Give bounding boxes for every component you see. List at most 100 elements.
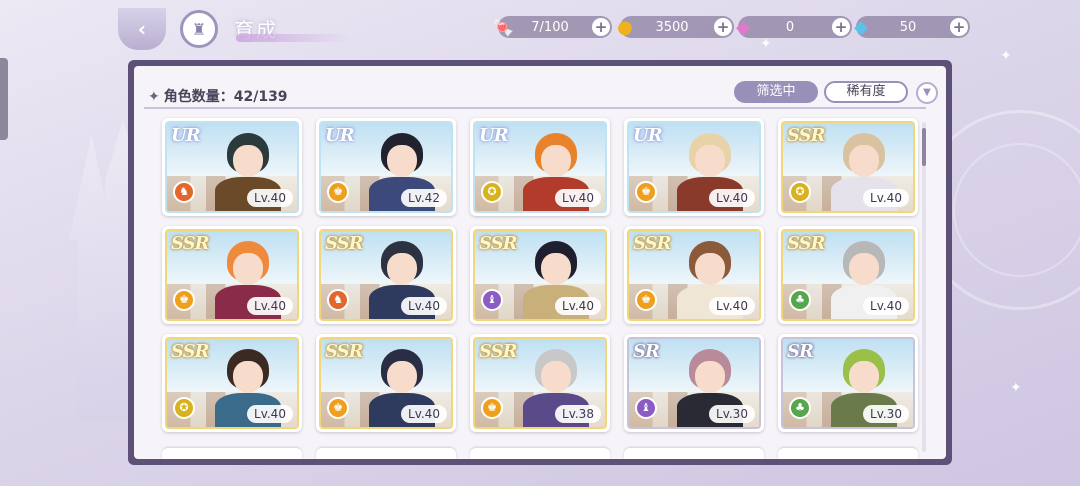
character-panel: ✦ 角色数量：42/139 筛选中 稀有度 ▼ UR ♞ Lv.40 UR ♚ … <box>128 60 952 465</box>
home-button[interactable]: ♜ <box>180 10 218 48</box>
character-card[interactable]: SSR ♚ Lv.38 <box>470 334 610 432</box>
rarity-badge: UR <box>325 125 355 146</box>
partial-card[interactable] <box>470 448 610 459</box>
level-label: Lv.40 <box>863 297 909 315</box>
character-art: SSR ✪ Lv.40 <box>165 337 299 429</box>
character-face <box>232 145 263 177</box>
divider <box>144 107 926 109</box>
rarity-badge: UR <box>171 125 201 146</box>
character-card[interactable]: SSR ♣ Lv.40 <box>778 226 918 324</box>
add-blue-gem-button[interactable]: + <box>950 18 968 36</box>
character-card[interactable]: SSR ♚ Lv.40 <box>162 226 302 324</box>
side-drawer-handle[interactable] <box>0 58 8 140</box>
rarity-badge: SSR <box>171 341 210 362</box>
character-card[interactable]: UR ♞ Lv.40 <box>162 118 302 216</box>
character-card[interactable]: SR ♝ Lv.30 <box>624 334 764 432</box>
character-panel-inner: ✦ 角色数量：42/139 筛选中 稀有度 ▼ UR ♞ Lv.40 UR ♚ … <box>134 66 946 459</box>
level-label: Lv.40 <box>555 189 601 207</box>
character-art: SSR ♞ Lv.40 <box>319 229 453 321</box>
pink-diamond-icon: ◆ <box>736 16 750 38</box>
character-card[interactable]: UR ♚ Lv.40 <box>624 118 764 216</box>
character-card[interactable]: SSR ♞ Lv.40 <box>316 226 456 324</box>
character-card[interactable]: SSR ♚ Lv.40 <box>316 334 456 432</box>
attribute-icon: ♣ <box>789 397 811 419</box>
character-face <box>694 145 725 177</box>
rarity-badge: SSR <box>325 233 364 254</box>
character-art: SSR ♚ Lv.38 <box>473 337 607 429</box>
back-arrow-icon: ‹ <box>137 17 147 41</box>
level-label: Lv.40 <box>555 297 601 315</box>
level-label: Lv.40 <box>401 297 447 315</box>
character-card[interactable]: SSR ✪ Lv.40 <box>162 334 302 432</box>
add-candy-button[interactable]: + <box>592 18 610 36</box>
character-card[interactable]: UR ♚ Lv.42 <box>316 118 456 216</box>
filter-button[interactable]: 筛选中 <box>734 81 818 103</box>
scrollbar-thumb[interactable] <box>922 128 926 166</box>
level-label: Lv.40 <box>401 405 447 423</box>
partial-card[interactable] <box>162 448 302 459</box>
currency-pink-gem: ◆ 0 + <box>736 16 852 38</box>
character-card[interactable]: SSR ✪ Lv.40 <box>778 118 918 216</box>
sort-rarity-button[interactable]: 稀有度 <box>824 81 908 103</box>
rarity-badge: SR <box>787 341 814 362</box>
castle-icon: ♜ <box>191 19 207 39</box>
character-card[interactable]: SSR ♚ Lv.40 <box>624 226 764 324</box>
currency-candy: 🍬 7/100 + <box>492 16 612 38</box>
character-art: SR ♝ Lv.30 <box>627 337 761 429</box>
rarity-badge: SSR <box>787 233 826 254</box>
character-count-text: 角色数量：42/139 <box>163 89 288 105</box>
top-bar: ‹ ♜ 育成 🍬 7/100 + ● 3500 + ◆ 0 + ◆ 50 + <box>0 0 1080 56</box>
attribute-icon: ✪ <box>173 397 195 419</box>
currency-blue-gem: ◆ 50 + <box>854 16 970 38</box>
level-label: Lv.40 <box>863 189 909 207</box>
coin-icon: ● <box>617 16 633 38</box>
character-face <box>848 253 879 285</box>
character-face <box>848 145 879 177</box>
character-face <box>232 361 263 393</box>
character-art: UR ♚ Lv.40 <box>627 121 761 213</box>
candy-icon: 🍬 <box>491 16 515 38</box>
attribute-icon: ✪ <box>481 181 503 203</box>
character-face <box>232 253 263 285</box>
attribute-icon: ♚ <box>327 181 349 203</box>
sparkle-icon: ✦ <box>1010 380 1022 396</box>
rarity-badge: SSR <box>171 233 210 254</box>
character-card[interactable]: UR ✪ Lv.40 <box>470 118 610 216</box>
character-face <box>540 253 571 285</box>
attribute-icon: ♚ <box>173 289 195 311</box>
character-art: SR ♣ Lv.30 <box>781 337 915 429</box>
rarity-badge: SSR <box>479 233 518 254</box>
character-art: SSR ♚ Lv.40 <box>319 337 453 429</box>
character-art: SSR ♝ Lv.40 <box>473 229 607 321</box>
character-card[interactable]: SR ♣ Lv.30 <box>778 334 918 432</box>
rarity-badge: SR <box>633 341 660 362</box>
attribute-icon: ✪ <box>789 181 811 203</box>
character-face <box>694 361 725 393</box>
character-face <box>386 253 417 285</box>
attribute-icon: ♚ <box>481 397 503 419</box>
partial-card[interactable] <box>624 448 764 459</box>
sort-direction-button[interactable]: ▼ <box>916 82 938 104</box>
level-label: Lv.40 <box>709 297 755 315</box>
back-button[interactable]: ‹ <box>118 8 166 50</box>
attribute-icon: ♚ <box>635 181 657 203</box>
partial-card[interactable] <box>778 448 918 459</box>
level-label: Lv.30 <box>863 405 909 423</box>
character-face <box>540 145 571 177</box>
partial-card[interactable] <box>316 448 456 459</box>
character-art: SSR ♚ Lv.40 <box>627 229 761 321</box>
character-art: UR ♚ Lv.42 <box>319 121 453 213</box>
attribute-icon: ♝ <box>635 397 657 419</box>
level-label: Lv.40 <box>709 189 755 207</box>
level-label: Lv.30 <box>709 405 755 423</box>
attribute-icon: ♞ <box>327 289 349 311</box>
character-card[interactable]: SSR ♝ Lv.40 <box>470 226 610 324</box>
blue-diamond-icon: ◆ <box>854 16 868 38</box>
rarity-badge: SSR <box>787 125 826 146</box>
attribute-icon: ♣ <box>789 289 811 311</box>
level-label: Lv.40 <box>247 405 293 423</box>
scrollbar[interactable] <box>922 122 926 452</box>
level-label: Lv.38 <box>555 405 601 423</box>
attribute-icon: ♚ <box>327 397 349 419</box>
rarity-badge: SSR <box>633 233 672 254</box>
